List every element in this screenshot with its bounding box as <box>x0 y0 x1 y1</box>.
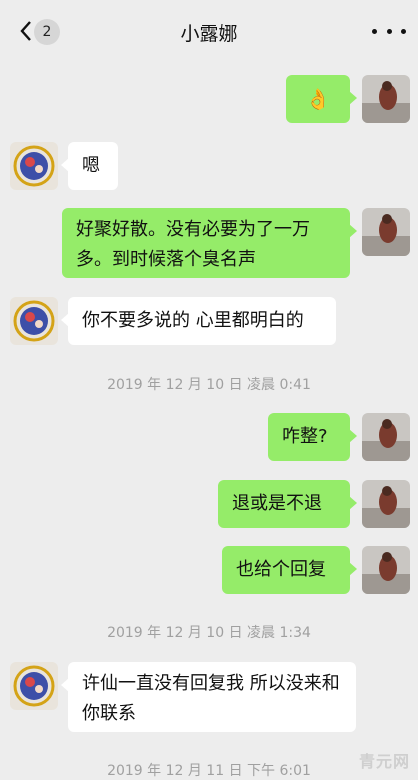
message-text: 你不要多说的 心里都明白的 <box>82 310 304 331</box>
more-dot-icon <box>401 28 406 34</box>
more-dot-icon <box>372 28 377 34</box>
message-text: 👌 <box>305 87 331 111</box>
user-photo-avatar <box>362 208 410 256</box>
received-message[interactable]: 嗯 <box>61 142 118 190</box>
timestamp: 2019 年 12 月 11 日 下午 6:01 <box>107 763 311 779</box>
user-photo-avatar <box>362 480 410 528</box>
more-dot-icon <box>386 28 392 34</box>
sent-message[interactable]: 退或是不退 <box>218 480 357 528</box>
contact-cartoon-avatar <box>10 662 58 710</box>
watermark: 青元网 <box>358 752 410 771</box>
message-text: 退或是不退 <box>232 493 322 514</box>
message-text: 好聚好散。没有必要为了一万多。到时候落个臭名声 <box>76 219 310 270</box>
my-avatar[interactable] <box>362 546 410 594</box>
received-message[interactable]: 许仙一直没有回复我 所以没来和你联系 <box>61 662 356 732</box>
chat-title: 小露娜 <box>180 23 238 45</box>
user-photo-avatar <box>362 546 410 594</box>
sent-message[interactable]: 👌 <box>286 75 357 123</box>
my-avatar[interactable] <box>362 208 410 256</box>
message-text: 咋整? <box>282 426 328 447</box>
my-avatar[interactable] <box>362 413 410 461</box>
user-photo-avatar <box>362 413 410 461</box>
contact-avatar[interactable] <box>10 297 58 345</box>
user-photo-avatar <box>362 75 410 123</box>
contact-cartoon-avatar <box>10 297 58 345</box>
contact-cartoon-avatar <box>10 142 58 190</box>
contact-avatar[interactable] <box>10 662 58 710</box>
chat-header: 2 小露娜 <box>0 0 418 62</box>
message-text: 嗯 <box>82 155 100 176</box>
received-message[interactable]: 你不要多说的 心里都明白的 <box>61 297 336 345</box>
message-text: 许仙一直没有回复我 所以没来和你联系 <box>82 673 340 724</box>
my-avatar[interactable] <box>362 75 410 123</box>
sent-message[interactable]: 咋整? <box>268 413 357 461</box>
sent-message[interactable]: 也给个回复 <box>222 546 357 594</box>
timestamp: 2019 年 12 月 10 日 凌晨 1:34 <box>107 625 311 641</box>
timestamp: 2019 年 12 月 10 日 凌晨 0:41 <box>107 377 311 393</box>
my-avatar[interactable] <box>362 480 410 528</box>
contact-avatar[interactable] <box>10 142 58 190</box>
message-text: 也给个回复 <box>236 559 326 580</box>
sent-message[interactable]: 好聚好散。没有必要为了一万多。到时候落个臭名声 <box>62 208 357 278</box>
more-options-button[interactable] <box>372 18 406 44</box>
